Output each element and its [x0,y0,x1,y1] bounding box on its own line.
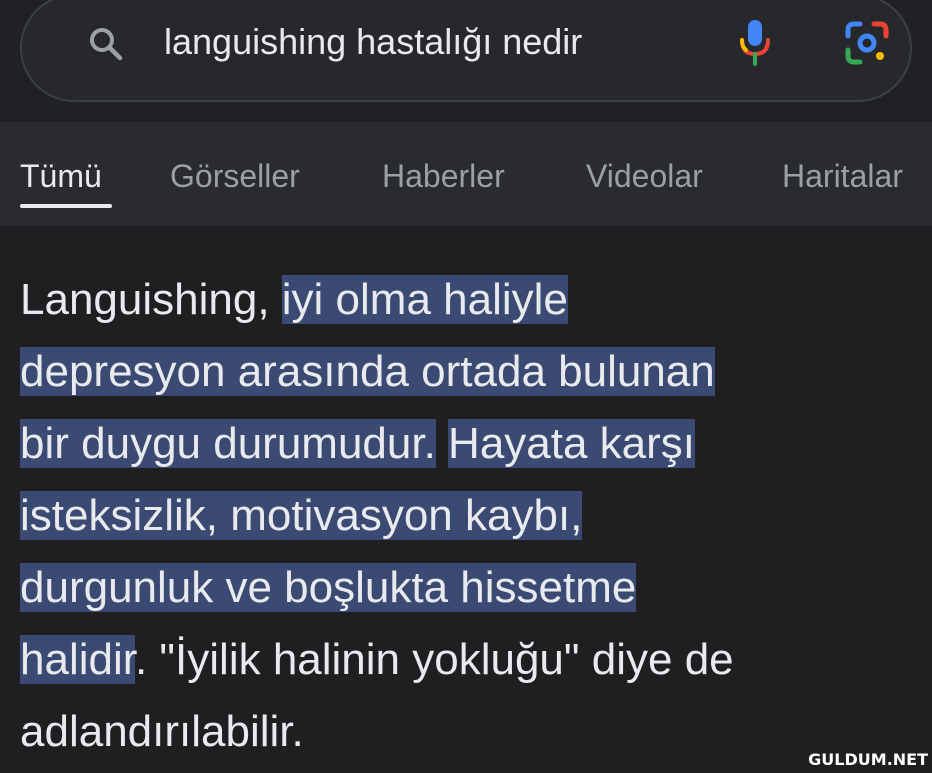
highlighted-text: depresyon arasında ortada bulunan [20,347,715,396]
highlighted-text: Hayata karşı [448,419,696,468]
microphone-icon[interactable] [734,16,778,68]
snippet-line: isteksizlik, motivasyon kaybı, [20,482,583,550]
search-input[interactable]: languishing hastalığı nedir [164,16,582,68]
tab-images[interactable]: Görseller [170,156,300,196]
search-results-page: languishing hastalığı nedir Tümü Görsell… [0,0,932,773]
highlighted-text: durgunluk ve boşlukta hissetme [20,563,637,612]
search-tabs: Tümü Görseller Haberler Videolar Harital… [0,122,932,226]
snippet-line: halidir. "İyilik halinin yokluğu" diye d… [20,635,734,684]
tab-videos[interactable]: Videolar [586,156,703,196]
snippet-line: adlandırılabilir. [20,707,304,756]
snippet-line: depresyon arasında ortada bulunan [20,338,715,406]
highlighted-text: halidir [20,635,135,684]
active-tab-indicator [20,204,112,208]
tab-maps[interactable]: Haritalar [782,156,903,196]
snippet-line: durgunluk ve boşlukta hissetme [20,554,637,622]
search-bar[interactable]: languishing hastalığı nedir [20,0,912,102]
highlighted-text: isteksizlik, motivasyon kaybı, [20,491,583,540]
snippet-line: Languishing, iyi olma haliyle [20,275,568,324]
tab-news[interactable]: Haberler [382,156,505,196]
tab-all[interactable]: Tümü [20,156,102,196]
snippet-line: bir duygu durumudur. Hayata karşı [20,410,696,478]
search-header: languishing hastalığı nedir [0,0,932,122]
highlighted-text: iyi olma haliyle [281,275,568,324]
search-icon[interactable] [86,24,126,64]
camera-lens-icon[interactable] [842,18,892,68]
watermark: GULDUM.NET [808,750,928,769]
highlighted-text: bir duygu durumudur. [20,419,436,468]
featured-snippet: Languishing, iyi olma haliyle depresyon … [0,226,932,773]
